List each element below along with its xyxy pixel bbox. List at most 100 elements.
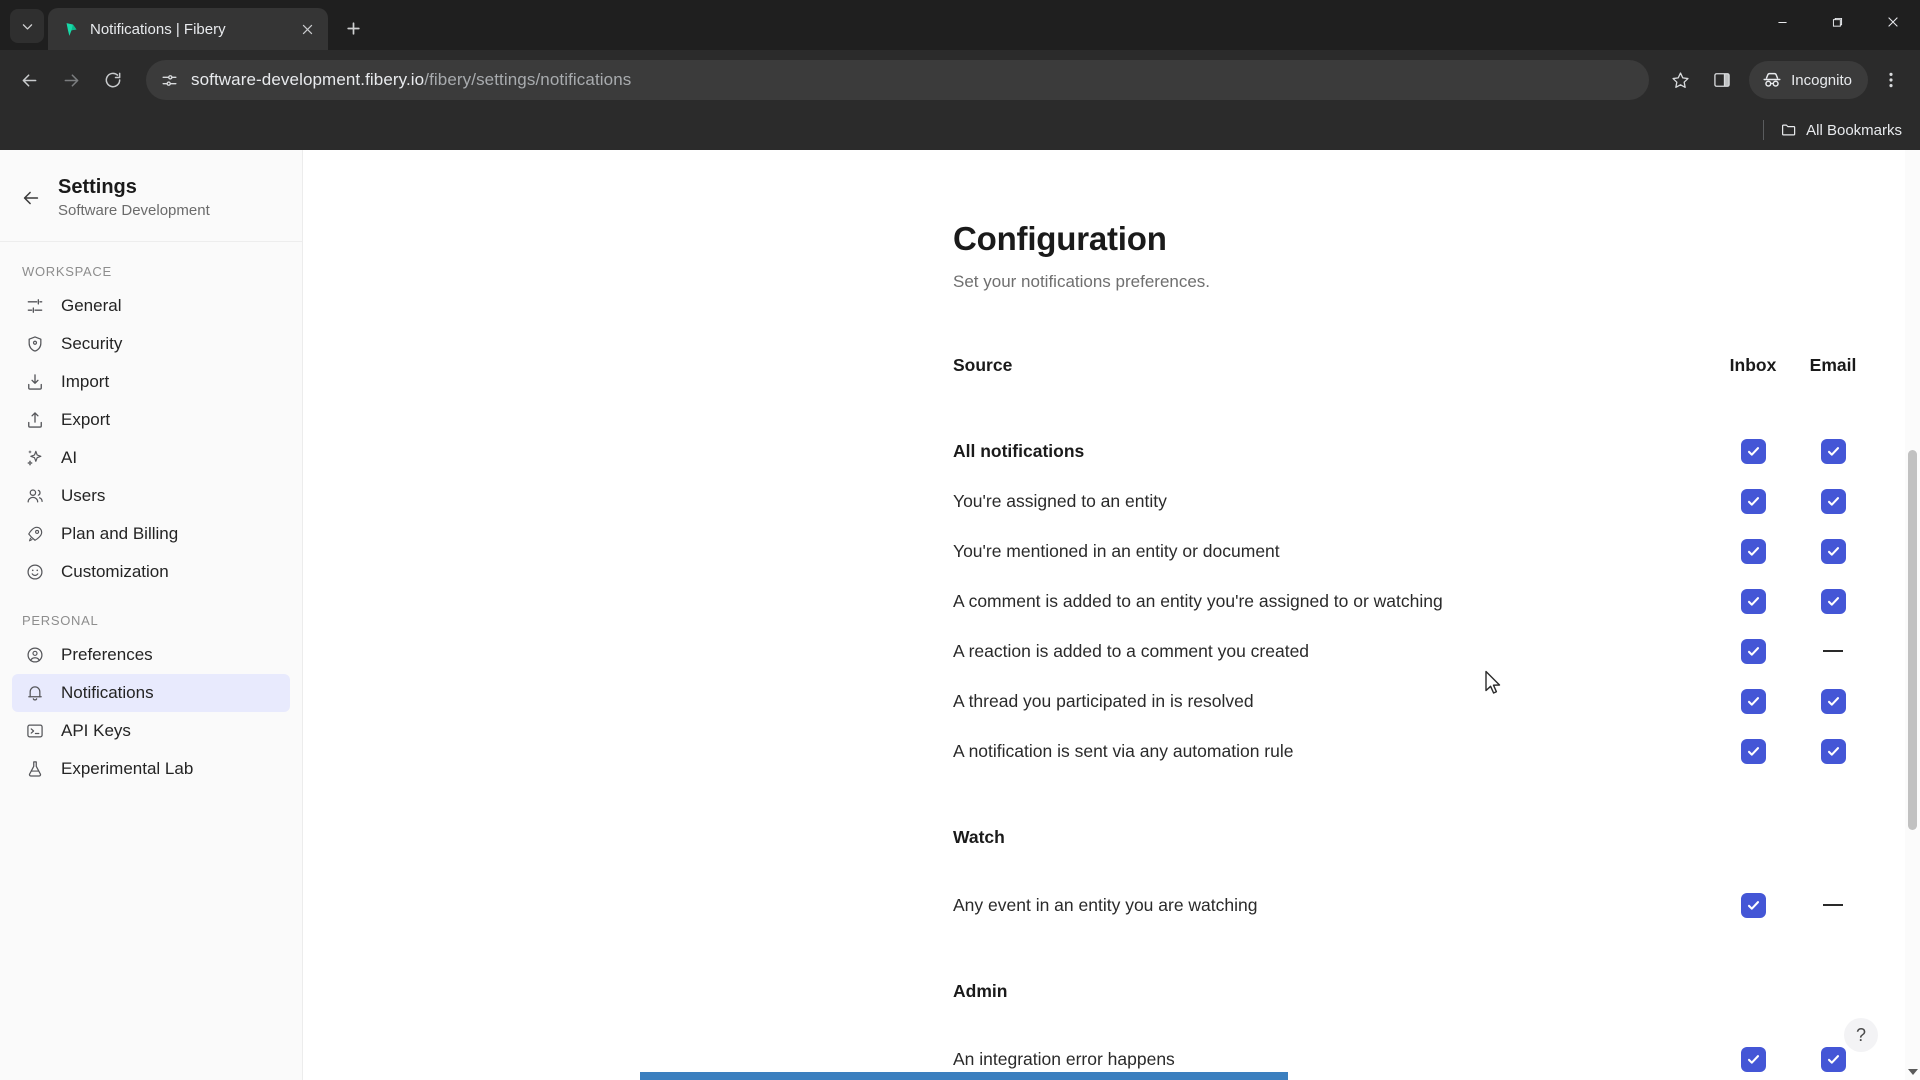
inbox-checkbox[interactable]: [1740, 488, 1766, 514]
sidebar-item-experimental-lab[interactable]: Experimental Lab: [12, 750, 290, 788]
sidebar-item-security[interactable]: Security: [12, 325, 290, 363]
table-row-all-notifications: All notifications: [953, 426, 1873, 476]
email-not-available-dash: [1823, 904, 1843, 906]
check-icon: [1747, 1054, 1759, 1064]
sidebar-item-export[interactable]: Export: [12, 401, 290, 439]
sidebar-item-users[interactable]: Users: [12, 477, 290, 515]
email-checkbox[interactable]: [1820, 438, 1846, 464]
sidebar-item-general[interactable]: General: [12, 287, 290, 325]
back-arrow-icon: [22, 73, 36, 87]
email-cell: [1793, 738, 1873, 764]
sidebar-item-customization[interactable]: Customization: [12, 553, 290, 591]
url-host: software-development.fibery.io: [191, 70, 425, 89]
sidebar-title: Settings: [58, 176, 137, 198]
sidebar-section-workspace-label: WORKSPACE: [22, 264, 112, 279]
close-icon: [302, 24, 312, 34]
export-upload-icon: [24, 410, 45, 431]
users-icon: [24, 486, 45, 507]
page-subtitle: Set your notifications preferences.: [953, 272, 1211, 291]
bell-icon: [24, 683, 45, 704]
check-icon: [1827, 546, 1839, 556]
address-bar[interactable]: software-development.fibery.io/fibery/se…: [146, 60, 1650, 100]
back-button[interactable]: [10, 61, 48, 99]
inbox-checkbox[interactable]: [1740, 688, 1766, 714]
sidebar-item-plan-and-billing[interactable]: Plan and Billing: [12, 515, 290, 553]
incognito-icon: [1763, 72, 1781, 87]
sidebar-item-label: API Keys: [61, 721, 131, 740]
inbox-cell: [1713, 538, 1793, 564]
table-row: You're assigned to an entity: [953, 476, 1873, 526]
email-checkbox[interactable]: [1820, 538, 1846, 564]
check-icon: [1747, 546, 1759, 556]
page-info-icon[interactable]: [160, 71, 179, 90]
email-checkbox[interactable]: [1820, 488, 1846, 514]
inbox-checkbox[interactable]: [1740, 892, 1766, 918]
close-tab-button[interactable]: [296, 18, 318, 40]
tab-title: Notifications | Fibery: [90, 20, 226, 38]
inbox-checkbox[interactable]: [1740, 438, 1766, 464]
email-checkbox[interactable]: [1820, 688, 1846, 714]
sidebar-item-label: AI: [61, 448, 78, 467]
minimize-window-button[interactable]: [1755, 0, 1810, 44]
bookmarks-separator: [1763, 120, 1765, 140]
sidebar-back-button[interactable]: [20, 187, 42, 209]
inbox-checkbox[interactable]: [1740, 588, 1766, 614]
inbox-cell: [1713, 738, 1793, 764]
inbox-checkbox[interactable]: [1740, 538, 1766, 564]
email-checkbox[interactable]: [1820, 738, 1846, 764]
three-dot-menu-icon: [1889, 72, 1893, 88]
maximize-window-button[interactable]: [1810, 0, 1865, 44]
import-download-icon: [24, 372, 45, 393]
row-label: You're assigned to an entity: [953, 490, 1167, 511]
help-button[interactable]: ?: [1844, 1018, 1878, 1052]
reload-button[interactable]: [94, 61, 132, 99]
column-header-source: Source: [953, 354, 1013, 375]
sidebar-item-api-keys[interactable]: API Keys: [12, 712, 290, 750]
scrollbar-thumb[interactable]: [1908, 450, 1917, 830]
sidebar-item-ai[interactable]: AI: [12, 439, 290, 477]
sidebar-item-label: Customization: [61, 562, 169, 581]
inbox-checkbox[interactable]: [1740, 1046, 1766, 1072]
sidebar-item-import[interactable]: Import: [12, 363, 290, 401]
sidebar-item-preferences[interactable]: Preferences: [12, 636, 290, 674]
tab-search-button[interactable]: [10, 9, 44, 43]
sliders-icon: [24, 296, 45, 317]
check-icon: [1827, 696, 1839, 706]
all-bookmarks-button[interactable]: All Bookmarks: [1774, 117, 1908, 143]
sidebar-header: Settings Software Development: [0, 154, 302, 242]
group-label: All notifications: [953, 440, 1085, 461]
side-panel-button[interactable]: [1703, 61, 1741, 99]
user-circle-icon: [24, 645, 45, 666]
forward-button[interactable]: [52, 61, 90, 99]
table-header-row: Source Inbox Email: [953, 340, 1873, 390]
check-icon: [1747, 646, 1759, 656]
sidebar-item-label: Import: [61, 372, 110, 391]
minimize-icon: [1778, 21, 1787, 23]
browser-menu-button[interactable]: [1872, 61, 1910, 99]
side-panel-icon: [1714, 73, 1730, 87]
plus-icon: [346, 21, 360, 35]
email-checkbox[interactable]: [1820, 588, 1846, 614]
close-window-button[interactable]: [1865, 0, 1920, 44]
inbox-checkbox[interactable]: [1740, 638, 1766, 664]
smiley-icon: [24, 562, 45, 583]
bottom-progress-bar: [640, 1072, 1288, 1080]
content-scrollbar[interactable]: [1905, 150, 1920, 1080]
sidebar-item-label: General: [61, 296, 122, 315]
email-checkbox[interactable]: [1820, 1046, 1846, 1072]
scrollbar-down-arrow-icon[interactable]: [1908, 1069, 1918, 1075]
sidebar-item-notifications[interactable]: Notifications: [12, 674, 290, 712]
back-arrow-icon: [23, 191, 39, 204]
check-icon: [1747, 696, 1759, 706]
inbox-checkbox[interactable]: [1740, 738, 1766, 764]
new-tab-button[interactable]: [336, 11, 370, 45]
check-icon: [1827, 1054, 1839, 1064]
bookmark-star-button[interactable]: [1661, 61, 1699, 99]
browser-tab[interactable]: Notifications | Fibery: [48, 8, 328, 50]
row-label: An integration error happens: [953, 1048, 1175, 1069]
incognito-indicator[interactable]: Incognito: [1749, 61, 1868, 99]
sidebar-title-block: Settings Software Development: [58, 176, 210, 219]
bookmarks-bar: All Bookmarks: [0, 110, 1920, 150]
